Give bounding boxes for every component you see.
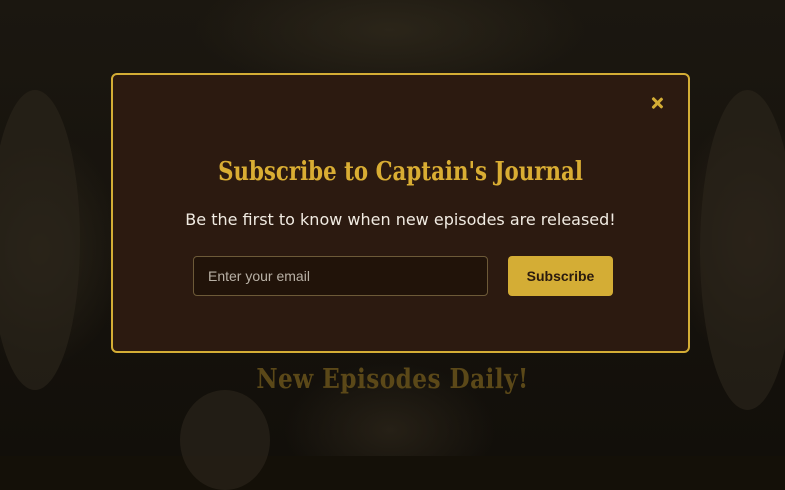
modal-subtitle: Be the first to know when new episodes a… [185,210,616,229]
modal-title: Subscribe to Captain's Journal [218,157,583,187]
email-input[interactable] [193,256,488,296]
background-character-center [180,390,270,490]
close-icon[interactable] [650,96,664,110]
subscribe-button[interactable]: Subscribe [508,256,613,296]
background-character-left [0,90,80,390]
background-headline: New Episodes Daily! [256,364,529,395]
subscribe-modal: Subscribe to Captain's Journal Be the fi… [111,73,690,353]
background-character-right [700,90,785,410]
